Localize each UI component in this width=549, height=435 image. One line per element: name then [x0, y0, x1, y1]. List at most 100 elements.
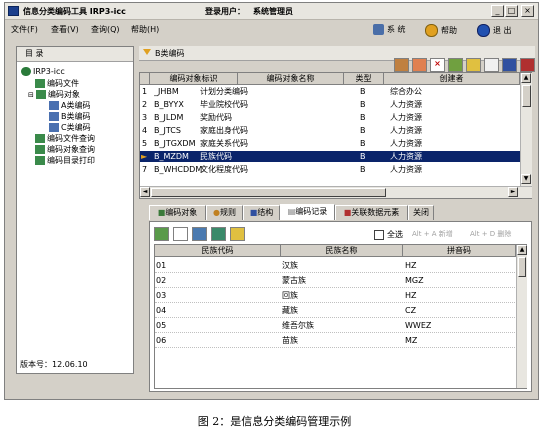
exit-button[interactable]: 退 出	[477, 24, 512, 37]
cell-id: B_BYYX	[154, 100, 184, 109]
print-icon	[35, 156, 45, 165]
copy-icon[interactable]	[484, 58, 499, 72]
tree-item-b-codes[interactable]: B类编码	[49, 111, 91, 122]
new-record-icon[interactable]	[154, 227, 169, 241]
help-button[interactable]: 帮助	[425, 24, 457, 37]
table-hscrollbar[interactable]: ◄ ►	[140, 186, 532, 198]
table-row[interactable]: 1 _JHBM 计划分类编码 B 综合办公	[140, 86, 520, 97]
directory-panel: 目 录 IRP3-icc 编码文件 ⊟ 编码对象 A类编码 B类编码 C类编码 …	[16, 46, 134, 374]
col-header[interactable]: 拼音码	[403, 245, 516, 257]
filter-icon[interactable]	[230, 227, 245, 241]
title-bar: 信息分类编码工具 IRP3-icc 登录用户： 系统管理员 _ □ ×	[5, 3, 538, 20]
record-table: 民族代码 民族名称 拼音码 01 汉族 HZ 02 蒙古族 MGZ 03 回族 …	[154, 244, 527, 389]
row-num: 3	[142, 113, 148, 122]
col-header[interactable]: 类型	[344, 73, 384, 85]
refresh-icon[interactable]	[211, 227, 226, 241]
table-row-selected[interactable]: ► B_MZDM 民族代码 B 人力资源	[140, 151, 520, 162]
menu-file[interactable]: 文件(F)	[11, 24, 38, 35]
col-header[interactable]: 编码对象名称	[238, 73, 344, 85]
table-row[interactable]: 5 B_JTGXDM 家庭关系代码 B 人力资源	[140, 138, 520, 149]
export-icon[interactable]	[520, 58, 535, 72]
erase-icon[interactable]	[173, 227, 188, 241]
scroll-thumb[interactable]	[522, 85, 531, 107]
tree-item-c-codes[interactable]: C类编码	[49, 122, 91, 133]
cell-pinyin: WWEZ	[405, 321, 432, 330]
cell-type: B	[360, 165, 366, 174]
record-row[interactable]: 05 维吾尔族 WWEZ	[155, 320, 515, 333]
tab-code-object[interactable]: ■编码对象	[149, 205, 206, 220]
record-row[interactable]: 04 藏族 CZ	[155, 305, 515, 318]
checkbox-box[interactable]	[374, 229, 384, 240]
scroll-thumb[interactable]	[518, 257, 526, 277]
rules-icon: ●	[213, 208, 220, 217]
tab-close[interactable]: 关闭	[408, 205, 434, 220]
import-icon[interactable]	[192, 227, 207, 241]
cell-code: 04	[156, 306, 167, 315]
tree-item-code-files[interactable]: 编码文件	[35, 78, 79, 89]
collapse-icon[interactable]: ⊟	[28, 91, 34, 99]
query-icon	[35, 145, 45, 154]
scroll-left-icon[interactable]: ◄	[140, 187, 150, 197]
select-all-checkbox[interactable]: 全选	[374, 229, 403, 240]
tab-label: 关闭	[413, 208, 429, 217]
table-row[interactable]: 2 B_BYYX 毕业院校代码 B 人力资源	[140, 99, 520, 110]
table-row[interactable]: 3 B_JLDM 奖励代码 B 人力资源	[140, 112, 520, 123]
code-class-icon	[49, 123, 59, 132]
record-row[interactable]: 02 蒙古族 MGZ	[155, 275, 515, 288]
cell-name: 苗族	[282, 336, 298, 345]
tree-item-code-objects[interactable]: ⊟ 编码对象	[28, 89, 80, 100]
scroll-down-icon[interactable]: ▼	[521, 174, 531, 184]
table-row[interactable]: 7 B_WHCDDM 文化程度代码 B 人力资源	[140, 164, 520, 175]
minimize-button[interactable]: _	[491, 5, 504, 17]
tab-related-elements[interactable]: ■关联数据元素	[335, 205, 408, 220]
col-header[interactable]: 民族代码	[155, 245, 281, 257]
panel-title: B类编码	[155, 49, 185, 58]
scroll-up-icon[interactable]: ▲	[517, 245, 527, 255]
tree-item-file-query[interactable]: 编码文件查询	[35, 133, 95, 144]
tree-label: A类编码	[61, 101, 91, 110]
col-header[interactable]: 民族名称	[281, 245, 403, 257]
menu-help[interactable]: 帮助(H)	[131, 24, 159, 35]
col-header[interactable]: 编码对象标识	[150, 73, 238, 85]
print-icon[interactable]	[502, 58, 517, 72]
menu-query[interactable]: 查询(Q)	[91, 24, 120, 35]
tab-code-records[interactable]: ▤编码记录	[280, 204, 335, 220]
tab-rules[interactable]: ●规则	[206, 205, 243, 220]
hscroll-thumb[interactable]	[151, 188, 386, 197]
edit-icon[interactable]	[448, 58, 463, 72]
col-header[interactable]: 创建者	[384, 73, 520, 85]
system-button[interactable]: 系 统	[373, 24, 406, 35]
tree-item-a-codes[interactable]: A类编码	[49, 100, 90, 111]
tree-item-object-query[interactable]: 编码对象查询	[35, 144, 95, 155]
cell-type: B	[360, 87, 366, 96]
cell-name: 汉族	[282, 261, 298, 270]
table-scrollbar[interactable]: ▲ ▼	[520, 73, 532, 186]
record-scrollbar[interactable]: ▲	[516, 245, 527, 388]
scroll-up-icon[interactable]: ▲	[521, 73, 531, 83]
maximize-button[interactable]: □	[505, 5, 518, 17]
row-header-corner	[140, 73, 150, 85]
menu-view[interactable]: 查看(V)	[51, 24, 79, 35]
folder-icon	[35, 79, 45, 88]
record-row[interactable]: 01 汉族 HZ	[155, 260, 515, 273]
tree-item-print[interactable]: 编码目录打印	[35, 155, 95, 166]
save-icon[interactable]	[466, 58, 481, 72]
tab-label: 编码对象	[165, 208, 198, 217]
cell-type: B	[360, 126, 366, 135]
record-row[interactable]: 06 苗族 MZ	[155, 335, 515, 348]
close-button[interactable]: ×	[521, 5, 534, 17]
delete-icon[interactable]: ×	[430, 58, 445, 72]
tool-icon[interactable]	[394, 58, 409, 72]
cell-id: B_WHCDDM	[154, 165, 203, 174]
add-icon[interactable]	[412, 58, 427, 72]
cell-creator: 人力资源	[390, 100, 422, 109]
cell-name: 蒙古族	[282, 276, 306, 285]
record-row[interactable]: 03 回族 HZ	[155, 290, 515, 303]
tree-root[interactable]: IRP3-icc	[21, 67, 65, 76]
scroll-right-icon[interactable]: ►	[508, 187, 518, 197]
table-row[interactable]: 4 B_JTCS 家庭出身代码 B 人力资源	[140, 125, 520, 136]
record-panel: 全选 Alt + A 新增 Alt + D 删除 民族代码 民族名称 拼音码 0…	[149, 221, 532, 392]
detail-tabs: ■编码对象 ●规则 ■结构 ▤编码记录 ■关联数据元素 关闭	[149, 204, 532, 221]
current-row-arrow-icon: ►	[141, 152, 148, 161]
tab-structure[interactable]: ■结构	[243, 205, 280, 220]
